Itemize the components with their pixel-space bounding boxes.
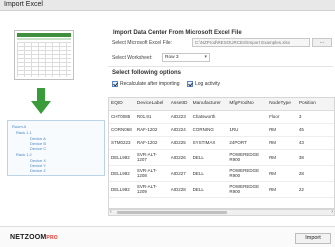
log-activity-checkbox[interactable] (187, 81, 193, 87)
recalculate-label: Recalculate after importing (120, 81, 180, 87)
header-row: EQID DeviceLabel AssetID Manufacturer Mf… (109, 98, 334, 111)
logo-pro: PRO (46, 235, 58, 241)
column-header[interactable]: NodeType (267, 98, 297, 111)
table-cell: DELL (190, 149, 228, 166)
section-title: Import Data Center From Microsoft Excel … (113, 30, 242, 36)
table-row[interactable]: CHT0085 R01.81 AID223 Chatsworth Floor 3 (109, 110, 334, 124)
tree-preview: Room A Rack 1.1 Device A Device B Device… (7, 120, 105, 176)
table-cell: 38 (296, 149, 334, 166)
window-title: Import Excel (4, 1, 43, 8)
column-header[interactable]: Manufacturer (190, 98, 228, 111)
log-activity-label: Log activity (195, 81, 221, 87)
column-header[interactable]: AssetID (168, 98, 191, 111)
table-cell: RM (267, 181, 297, 198)
tree-device: Device C (30, 146, 47, 151)
table-cell: AID225 (168, 136, 191, 150)
table-cell: Chatsworth (190, 110, 228, 124)
file-path-field[interactable]: C:\NZProd\RESOURCES\Import Examples.xlsx (192, 38, 310, 47)
table-row[interactable]: DELL992 SVR-ALT-1207 AID226 DELL POWERED… (109, 149, 334, 166)
table-cell: AID224 (168, 123, 191, 137)
file-label: Select Microsoft Excel File: (112, 40, 173, 46)
table-cell: AID228 (168, 181, 191, 198)
import-button[interactable]: Import (295, 233, 331, 244)
table-cell: DELL (190, 165, 228, 182)
tree-rack: Rack 1.1 (16, 130, 32, 135)
table-cell: SVR-ALT-1207 (134, 149, 169, 166)
column-header[interactable]: Position (296, 98, 334, 111)
table-row[interactable]: DELL992 SVR-ALT-1209 AID228 DELL POWERED… (109, 181, 334, 198)
data-table: EQID DeviceLabel AssetID Manufacturer Mf… (109, 98, 334, 198)
worksheet-label: Select Worksheet: (112, 55, 153, 61)
table-cell: RM (267, 165, 297, 182)
recalculate-checkbox[interactable] (112, 81, 118, 87)
netzoom-logo: NETZOOMPRO (10, 234, 58, 241)
table-cell: POWEREDGE R900 (227, 165, 268, 182)
logo-main: NETZOOM (10, 234, 47, 241)
illustration-panel: Room A Rack 1.1 Device A Device B Device… (4, 14, 105, 214)
scrollbar-thumb[interactable] (117, 211, 227, 214)
table-cell: SYSTIMAX (190, 136, 228, 150)
table-row[interactable]: CORN068 RAF-1202 AID224 CORNING 1RU RM 4… (109, 123, 334, 137)
table-cell: CORNING (190, 123, 228, 137)
table-cell: AID227 (168, 165, 191, 182)
table-cell: 3 (296, 110, 334, 124)
excel-thumbnail (14, 30, 74, 80)
table-cell: RM (267, 136, 297, 150)
table-cell: DELL (190, 181, 228, 198)
table-cell: CHT0085 (109, 110, 135, 124)
table-cell: 22 (296, 181, 334, 198)
footer: NETZOOMPRO Import (0, 226, 335, 247)
tree-root: Room A (12, 124, 27, 129)
table-cell: RAF-1202 (134, 136, 169, 150)
table-cell: R01.81 (134, 110, 169, 124)
table-row[interactable]: STM0223 RAF-1202 AID225 SYSTIMAX 24PORT … (109, 136, 334, 150)
table-cell: AID223 (168, 110, 191, 124)
scroll-left-icon[interactable]: ‹ (110, 209, 112, 215)
table-cell: 24PORT (227, 136, 268, 150)
table-cell: 28 (296, 165, 334, 182)
chevron-down-icon[interactable]: ▾ (204, 54, 207, 60)
table-cell: RM (267, 149, 297, 166)
table-cell: DELL992 (109, 149, 135, 166)
table-cell: 43 (296, 136, 334, 150)
table-cell: RM (267, 123, 297, 137)
options-title: Select following options (112, 70, 181, 76)
arrow-down-icon (31, 88, 51, 114)
data-grid[interactable]: EQID DeviceLabel AssetID Manufacturer Mf… (108, 97, 335, 209)
column-header[interactable]: EQID (109, 98, 135, 111)
column-header[interactable]: DeviceLabel (134, 98, 169, 111)
divider (108, 66, 333, 67)
table-cell: 1RU (227, 123, 268, 137)
table-cell: Floor (267, 110, 297, 124)
table-cell: DELL992 (109, 165, 135, 182)
table-cell: RAF-1202 (134, 123, 169, 137)
title-bar: Import Excel (0, 0, 335, 11)
scroll-right-icon[interactable]: › (331, 209, 333, 215)
table-cell: POWEREDGE R900 (227, 149, 268, 166)
table-cell: CORN068 (109, 123, 135, 137)
table-cell: STM0223 (109, 136, 135, 150)
table-cell: DELL992 (109, 181, 135, 198)
worksheet-select[interactable]: Row 3 ▾ (162, 53, 210, 62)
worksheet-value: Row 3 (165, 55, 179, 60)
horizontal-scrollbar[interactable]: ‹ › (108, 209, 335, 216)
browse-button[interactable]: ... (312, 38, 332, 47)
table-row[interactable]: DELL992 SVR-ALT-1208 AID227 DELL POWERED… (109, 165, 334, 182)
tree-rack: Rack 1.2 (16, 152, 32, 157)
table-cell: 45 (296, 123, 334, 137)
column-header[interactable]: MfgProdNo (227, 98, 268, 111)
tree-device: Device Z (30, 168, 46, 173)
table-cell: AID226 (168, 149, 191, 166)
table-cell: SVR-ALT-1208 (134, 165, 169, 182)
table-cell (227, 110, 268, 124)
table-cell: POWEREDGE R900 (227, 181, 268, 198)
table-cell: SVR-ALT-1209 (134, 181, 169, 198)
